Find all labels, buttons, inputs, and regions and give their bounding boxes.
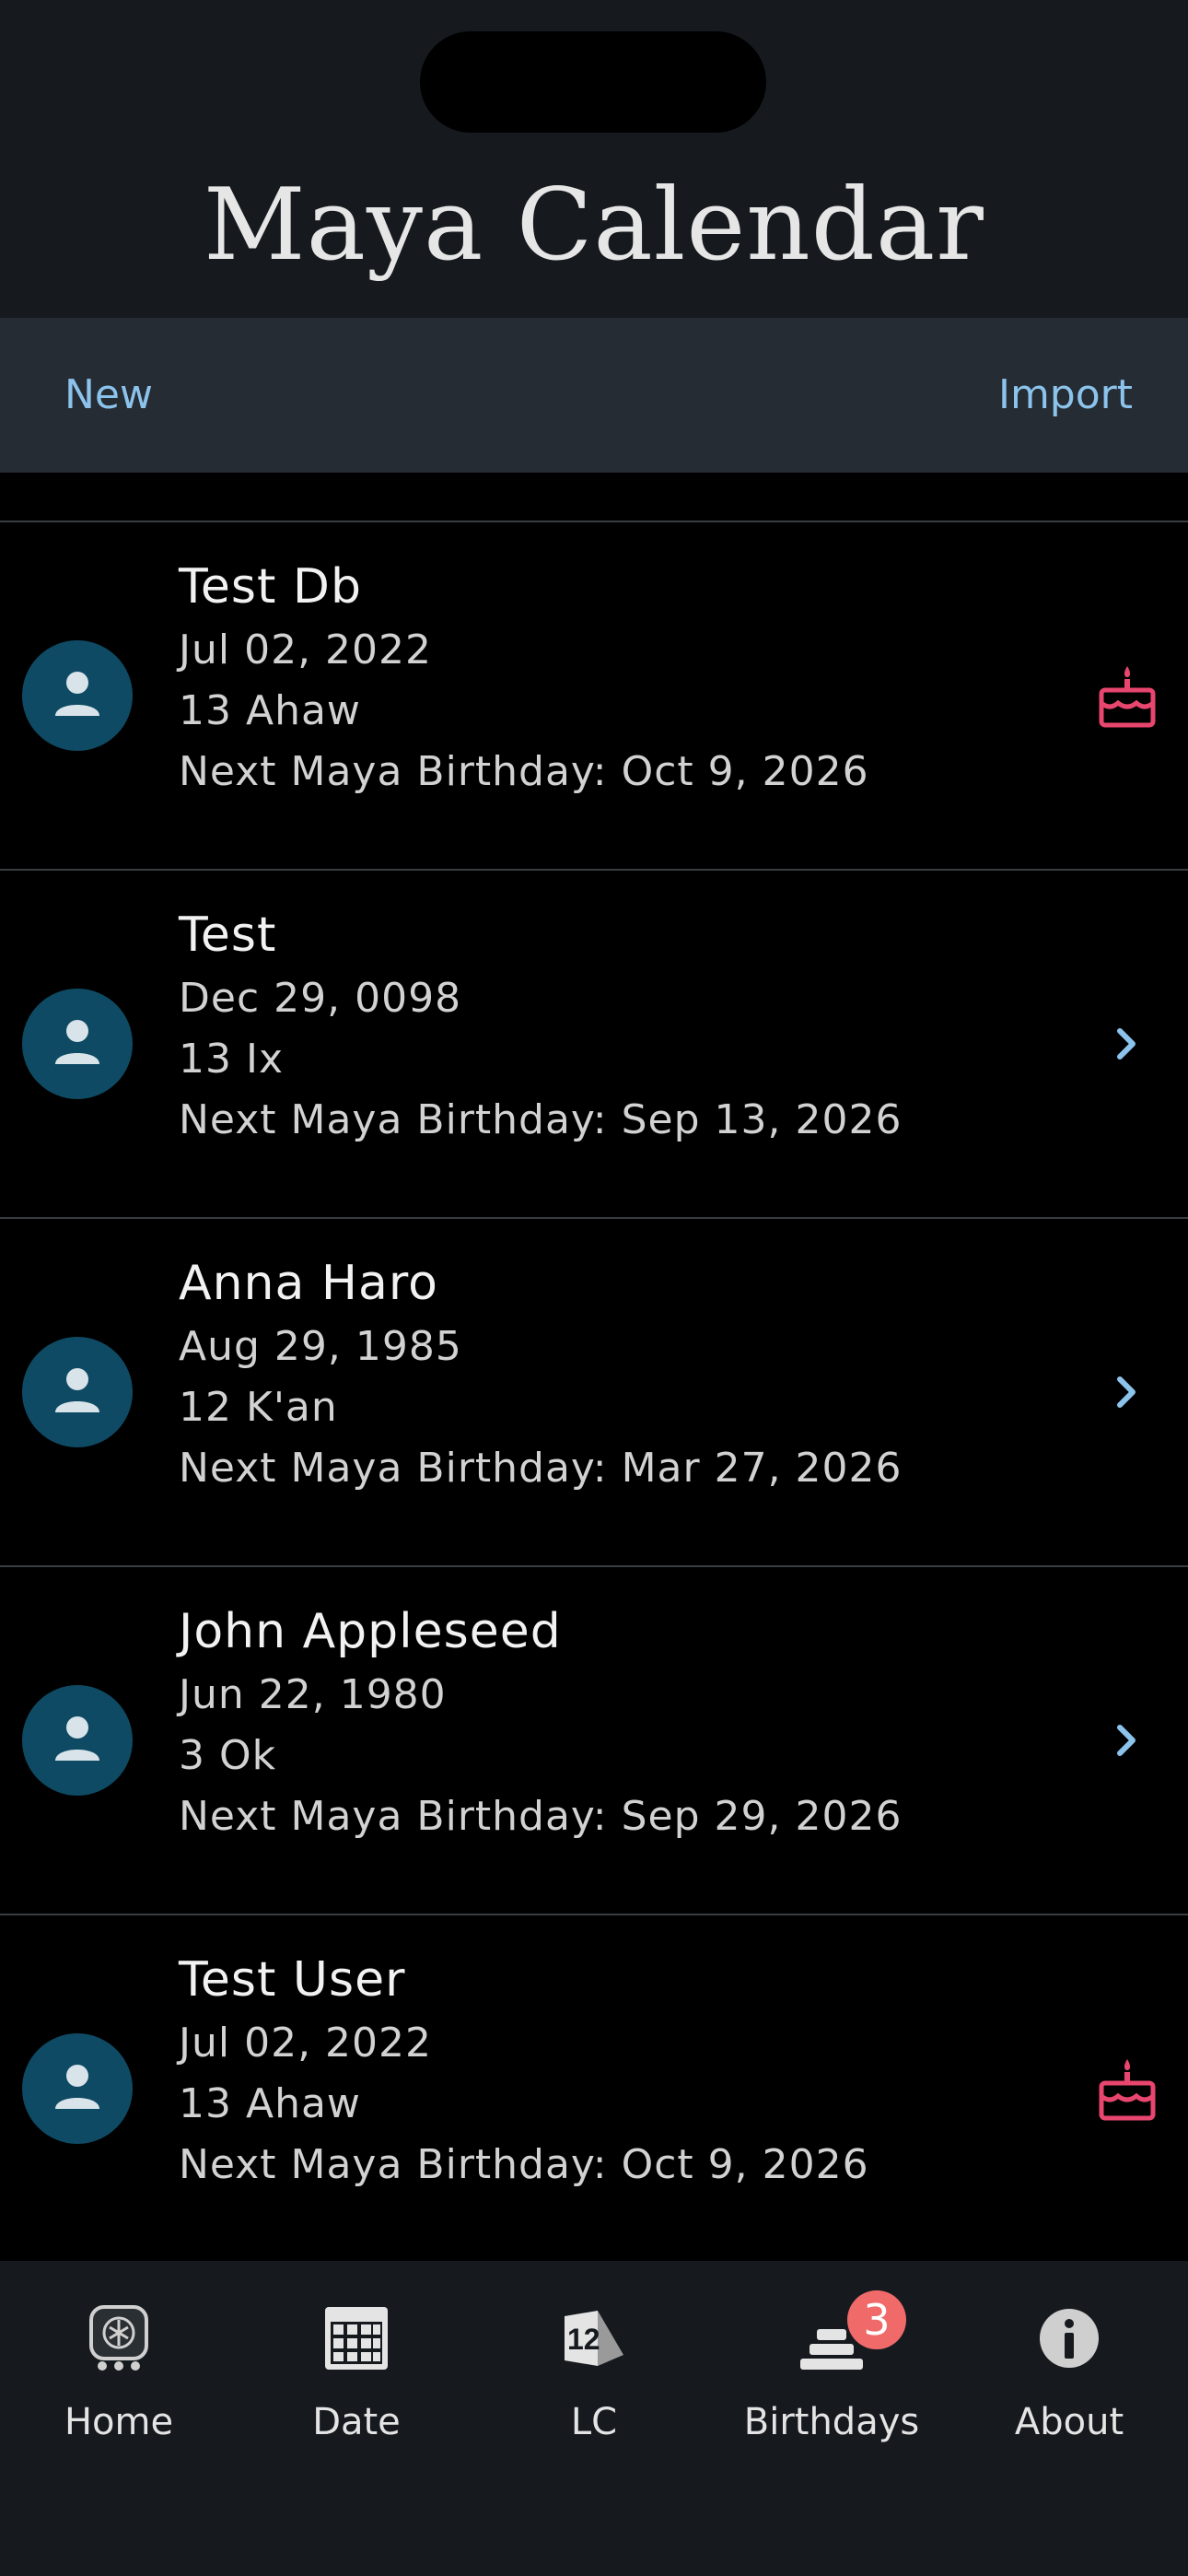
app-header: Maya Calendar <box>0 0 1188 318</box>
maya-date: 13 Ix <box>179 1036 284 1083</box>
birthday-row[interactable]: John Appleseed Jun 22, 1980 3 Ok Next Ma… <box>0 1567 1188 1915</box>
contact-name: Test Db <box>179 559 362 615</box>
maya-date: 3 Ok <box>179 1732 277 1779</box>
list-top-spacer <box>0 473 1188 522</box>
contact-name: Test User <box>179 1952 406 2008</box>
tab-label: LC <box>570 2401 618 2443</box>
avatar <box>22 1337 133 1447</box>
tab-birthdays[interactable]: 3 Birthdays <box>713 2261 950 2464</box>
import-button[interactable]: Import <box>998 318 1133 473</box>
cake-icon <box>1099 2059 1156 2121</box>
birthday-row[interactable]: Test User Jul 02, 2022 13 Ahaw Next Maya… <box>0 1915 1188 2262</box>
birthday-row[interactable]: Test Dec 29, 0098 13 Ix Next Maya Birthd… <box>0 871 1188 1219</box>
avatar <box>22 1685 133 1796</box>
long-count-icon: 12 <box>565 2311 623 2366</box>
birth-date: Jul 02, 2022 <box>179 2020 433 2067</box>
birth-date: Jul 02, 2022 <box>179 626 433 673</box>
chevron-right-icon[interactable] <box>1096 1707 1159 1774</box>
contact-name: John Appleseed <box>179 1604 562 1659</box>
birthday-row[interactable]: Anna Haro Aug 29, 1985 12 K'an Next Maya… <box>0 1219 1188 1567</box>
app-title: Maya Calendar <box>204 168 984 283</box>
maya-date: 13 Ahaw <box>179 687 361 734</box>
avatar <box>22 640 133 751</box>
birthday-list: Test Db Jul 02, 2022 13 Ahaw Next Maya B… <box>0 473 1188 2262</box>
cake-icon <box>1099 666 1156 728</box>
next-maya-birthday: Next Maya Birthday: Sep 13, 2026 <box>179 1096 903 1143</box>
tab-label: Home <box>64 2401 174 2443</box>
person-icon <box>55 2065 99 2109</box>
maya-date: 12 K'an <box>179 1384 338 1431</box>
calendar-grid-icon <box>325 2307 388 2370</box>
contact-name: Anna Haro <box>179 1256 438 1311</box>
notification-badge: 3 <box>847 2290 906 2349</box>
toolbar: New Import <box>0 318 1188 473</box>
next-maya-birthday: Next Maya Birthday: Oct 9, 2026 <box>179 748 869 795</box>
person-icon <box>55 1368 99 1412</box>
contact-name: Test <box>179 907 277 963</box>
birth-date: Aug 29, 1985 <box>179 1323 462 1370</box>
maya-glyph-icon <box>89 2305 148 2371</box>
tab-bar: Home Date 12 LC 3 Birthdays About <box>0 2261 1188 2576</box>
tab-label: Birthdays <box>743 2401 920 2443</box>
tab-label: About <box>1014 2401 1124 2443</box>
tab-lc[interactable]: 12 LC <box>475 2261 713 2464</box>
person-icon <box>55 1020 99 1064</box>
dynamic-island <box>420 31 766 133</box>
next-maya-birthday: Next Maya Birthday: Sep 29, 2026 <box>179 1793 903 1840</box>
next-maya-birthday: Next Maya Birthday: Mar 27, 2026 <box>179 1445 903 1492</box>
person-icon <box>55 672 99 716</box>
avatar <box>22 2033 133 2144</box>
person-icon <box>55 1716 99 1761</box>
avatar <box>22 989 133 1099</box>
birth-date: Jun 22, 1980 <box>179 1671 447 1718</box>
tab-about[interactable]: About <box>950 2261 1188 2464</box>
chevron-right-icon[interactable] <box>1096 1359 1159 1425</box>
tab-label: Date <box>312 2401 401 2443</box>
next-maya-birthday: Next Maya Birthday: Oct 9, 2026 <box>179 2141 869 2188</box>
tab-date[interactable]: Date <box>238 2261 475 2464</box>
maya-date: 13 Ahaw <box>179 2080 361 2127</box>
tab-home[interactable]: Home <box>0 2261 238 2464</box>
chevron-right-icon[interactable] <box>1096 1011 1159 1077</box>
svg-text:12: 12 <box>567 2323 600 2356</box>
birth-date: Dec 29, 0098 <box>179 975 462 1022</box>
info-icon <box>1040 2309 1099 2368</box>
new-button[interactable]: New <box>64 318 153 473</box>
birthday-row[interactable]: Test Db Jul 02, 2022 13 Ahaw Next Maya B… <box>0 522 1188 871</box>
